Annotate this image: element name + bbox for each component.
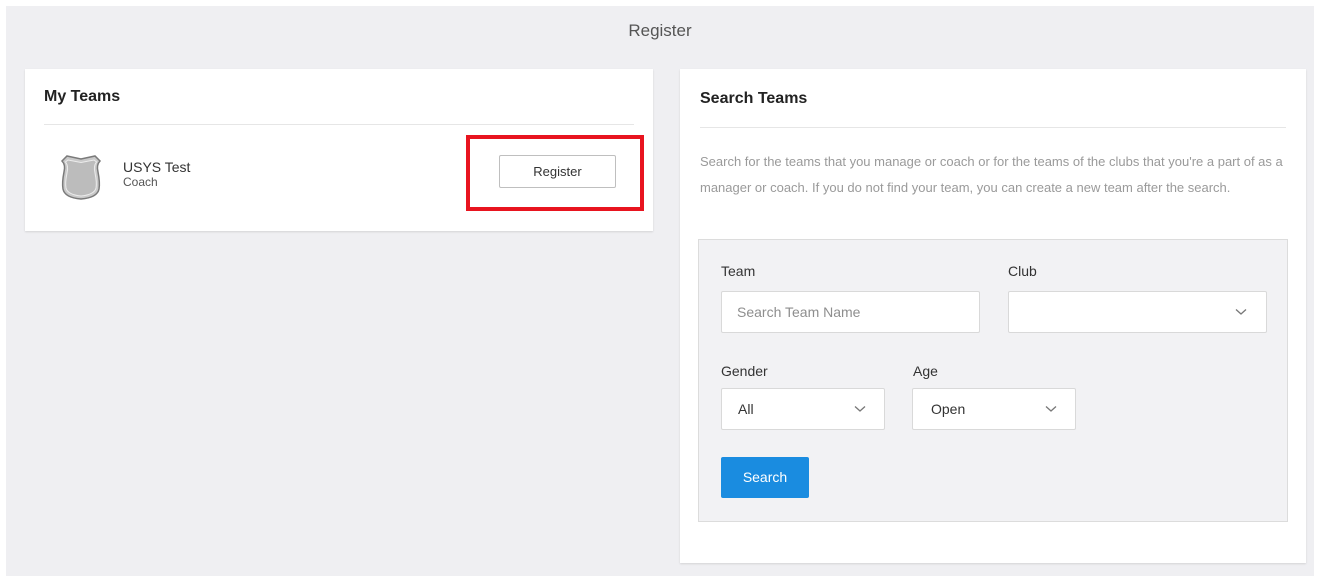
my-teams-heading: My Teams xyxy=(44,69,634,125)
page-title: Register xyxy=(628,21,692,40)
team-search-field xyxy=(721,291,980,333)
page: Register My Teams USYS Test Coach Regist… xyxy=(6,6,1314,576)
team-name: USYS Test xyxy=(123,159,191,175)
search-button[interactable]: Search xyxy=(721,457,809,498)
gender-label: Gender xyxy=(721,363,768,379)
register-button[interactable]: Register xyxy=(499,155,616,188)
my-teams-card: My Teams USYS Test Coach Register xyxy=(25,69,653,231)
chevron-down-icon xyxy=(1045,406,1057,412)
shield-icon xyxy=(58,152,104,207)
age-label: Age xyxy=(913,363,938,379)
team-role: Coach xyxy=(123,175,158,189)
gender-select-value: All xyxy=(738,401,754,417)
club-label: Club xyxy=(1008,263,1037,279)
team-label: Team xyxy=(721,263,756,279)
search-teams-card: Search Teams Search for the teams that y… xyxy=(680,69,1306,563)
club-select[interactable] xyxy=(1008,291,1267,333)
search-form: Team Club Gender All Age Open xyxy=(698,239,1288,522)
search-description: Search for the teams that you manage or … xyxy=(700,154,1283,195)
team-search-input[interactable] xyxy=(722,292,979,332)
age-select-value: Open xyxy=(931,401,966,417)
age-select[interactable]: Open xyxy=(912,388,1076,430)
chevron-down-icon xyxy=(1235,309,1247,315)
search-teams-heading: Search Teams xyxy=(700,69,1286,128)
gender-select[interactable]: All xyxy=(721,388,885,430)
chevron-down-icon xyxy=(854,406,866,412)
